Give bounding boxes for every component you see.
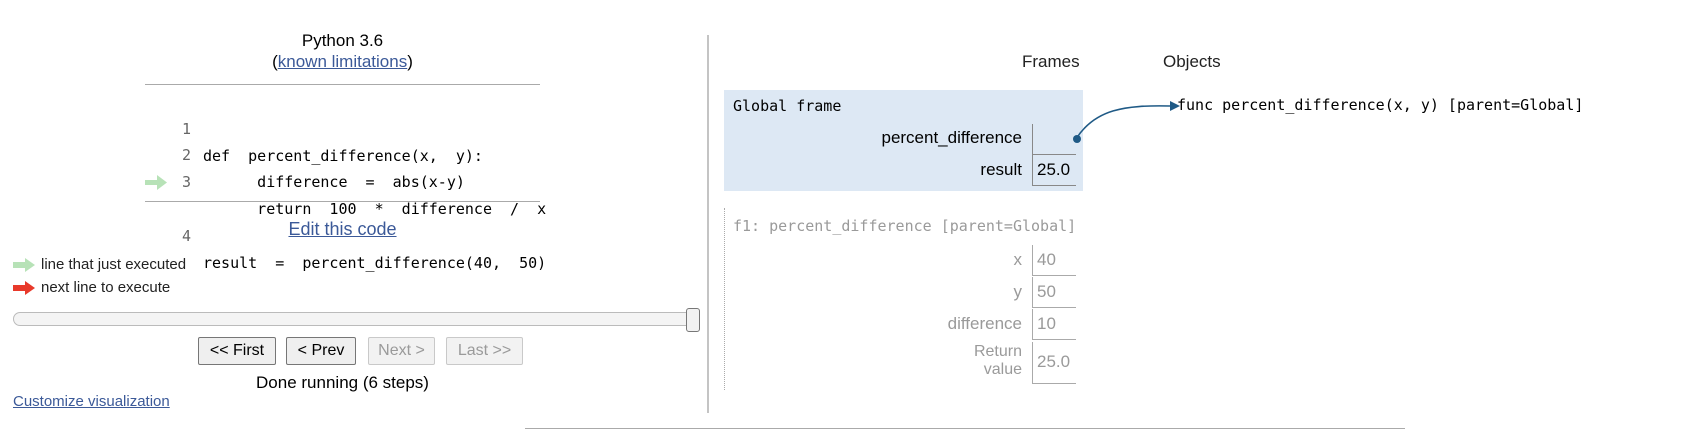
bottom-divider — [525, 428, 1405, 429]
global-var-value: 25.0 — [1032, 155, 1076, 186]
code-line-1: 1 def percent_difference(x, y): — [145, 89, 540, 165]
run-status: Done running (6 steps) — [256, 373, 429, 392]
limitations-suffix: ) — [407, 52, 413, 71]
execution-slider-track[interactable] — [13, 312, 697, 326]
just-executed-arrow-icon — [145, 175, 167, 190]
f1-var-value: 40 — [1032, 245, 1076, 276]
header: Python 3.6 (known limitations) — [145, 30, 540, 72]
frames-heading: Frames — [1022, 52, 1080, 71]
code-line-3: 3 return 100 * difference / x — [145, 142, 546, 218]
f1-var-name: difference — [947, 314, 1022, 333]
customize-visualization-link[interactable]: Customize visualization — [13, 393, 170, 410]
f1-return-label: Return value — [780, 343, 1022, 379]
code-line-4: 4 result = percent_difference(40, 50) — [145, 169, 546, 272]
code-bottom-divider — [145, 201, 540, 202]
f1-var-value: 50 — [1032, 277, 1076, 308]
f1-frame-border — [724, 208, 725, 390]
next-button[interactable]: Next > — [368, 337, 435, 365]
last-button[interactable]: Last >> — [446, 337, 523, 365]
edit-code-link[interactable]: Edit this code — [145, 219, 540, 240]
first-button[interactable]: << First — [198, 337, 276, 365]
global-var-name: percent_difference — [881, 128, 1022, 147]
pointer-arrow-icon — [1075, 101, 1180, 140]
red-arrow-icon — [13, 281, 35, 295]
function-object: func percent_difference(x, y) [parent=Gl… — [1177, 96, 1584, 114]
code-line-2: 2 difference = abs(x-y) — [145, 115, 540, 191]
global-var-name: result — [980, 160, 1022, 179]
legend-next-line-label: next line to execute — [41, 279, 171, 296]
panel-divider — [707, 35, 709, 413]
f1-var-value: 10 — [1032, 309, 1076, 340]
f1-var-name: x — [1013, 250, 1023, 269]
green-arrow-icon — [13, 258, 35, 272]
return-label-line1: Return — [973, 343, 1022, 360]
f1-frame-title: f1: percent_difference [parent=Global] — [733, 217, 1077, 235]
execution-slider-handle[interactable] — [686, 308, 700, 332]
return-label-line2: value — [983, 361, 1022, 378]
legend-just-executed-label: line that just executed — [41, 256, 187, 273]
prev-button[interactable]: < Prev — [286, 337, 356, 365]
f1-return-value: 25.0 — [1032, 342, 1076, 384]
language-label: Python 3.6 — [301, 31, 384, 50]
known-limitations-link[interactable]: known limitations — [278, 52, 407, 71]
code-text: result = percent_difference(40, 50) — [203, 254, 547, 272]
objects-heading: Objects — [1163, 52, 1221, 71]
global-frame-title: Global frame — [733, 97, 842, 115]
f1-var-name: y — [1013, 282, 1023, 301]
code-top-divider — [145, 84, 540, 85]
